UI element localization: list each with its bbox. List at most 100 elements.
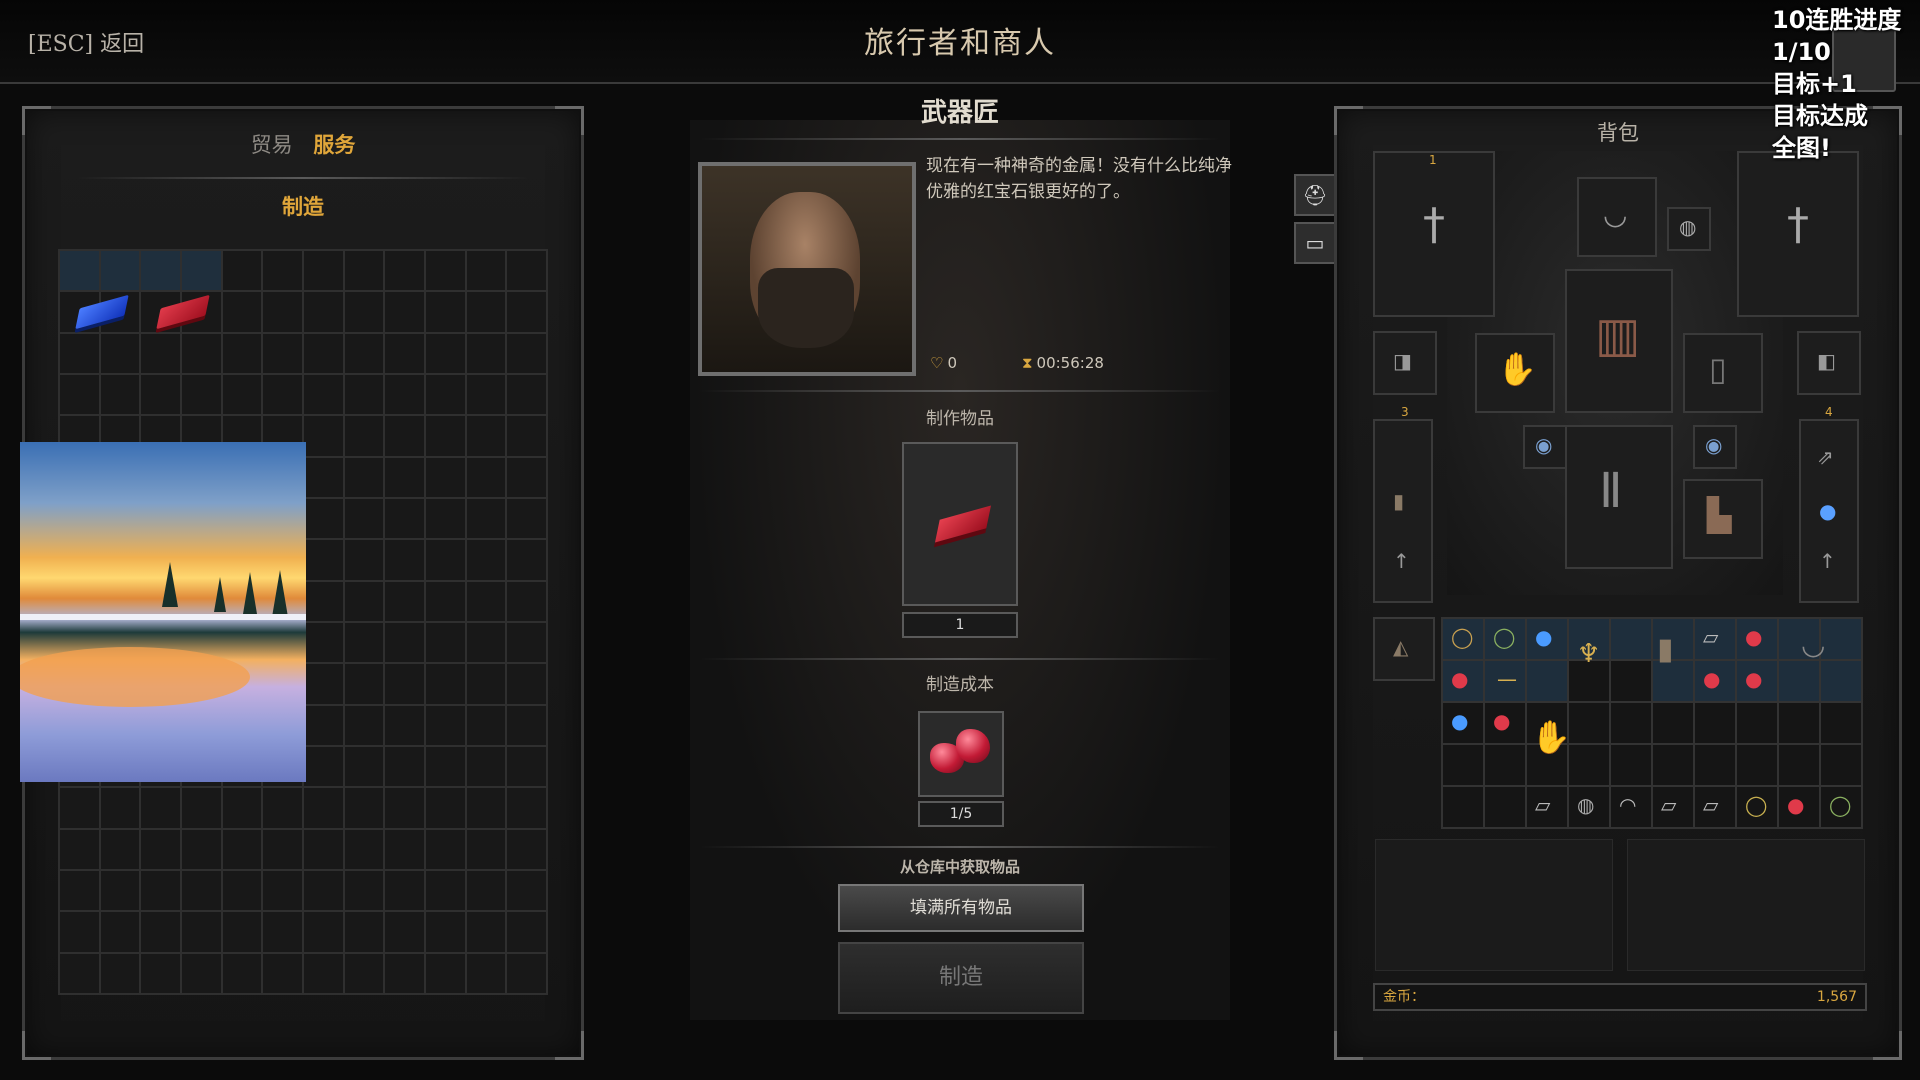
recipe-grid-cell[interactable] bbox=[141, 788, 180, 828]
recipe-grid-cell[interactable] bbox=[385, 829, 424, 869]
recipe-grid-cell[interactable] bbox=[100, 333, 140, 373]
blue-potion-icon-inv[interactable]: ● bbox=[1535, 627, 1552, 647]
recipe-grid-cell[interactable] bbox=[344, 870, 384, 911]
recipe-grid-cell[interactable] bbox=[60, 912, 99, 952]
recipe-grid-cell[interactable] bbox=[507, 664, 546, 704]
recipe-grid-cell[interactable] bbox=[304, 540, 343, 580]
backpack-slot[interactable]: ◭ bbox=[1373, 617, 1435, 681]
recipe-grid-cell[interactable] bbox=[385, 788, 424, 828]
belt-slot-left[interactable]: ◨ bbox=[1373, 331, 1437, 395]
recipe-grid-cell[interactable] bbox=[304, 912, 343, 952]
belt-slot-right[interactable]: ◧ bbox=[1797, 331, 1861, 395]
recipe-grid-cell[interactable] bbox=[263, 374, 302, 415]
recipe-grid-cell[interactable] bbox=[263, 953, 302, 993]
recipe-grid-cell[interactable] bbox=[507, 870, 546, 911]
recipe-grid-cell[interactable] bbox=[507, 912, 546, 952]
recipe-grid-cell[interactable] bbox=[100, 251, 140, 291]
red-potion-icon-4[interactable]: ● bbox=[1745, 669, 1762, 689]
scroll-icon-4[interactable]: ▱ bbox=[1703, 795, 1718, 815]
recipe-grid-cell[interactable] bbox=[304, 251, 343, 291]
recipe-grid-cell[interactable] bbox=[100, 953, 140, 993]
recipe-grid-cell[interactable] bbox=[60, 251, 99, 291]
recipe-grid-cell[interactable] bbox=[222, 870, 262, 911]
scroll-icon[interactable]: ▱ bbox=[1703, 627, 1718, 647]
red-potion-icon-2[interactable]: ● bbox=[1451, 669, 1468, 689]
recipe-grid-cell[interactable] bbox=[466, 251, 506, 291]
recipe-grid-cell[interactable] bbox=[344, 664, 384, 704]
recipe-grid-cell[interactable] bbox=[304, 416, 343, 456]
recipe-grid-cell[interactable] bbox=[100, 870, 140, 911]
gloves-slot[interactable]: ✋ bbox=[1475, 333, 1555, 413]
gold-ring-icon[interactable]: ◯ bbox=[1451, 627, 1473, 647]
recipe-grid-cell[interactable] bbox=[466, 540, 506, 580]
recipe-grid-cell[interactable] bbox=[507, 498, 546, 539]
recipe-grid-cell[interactable] bbox=[385, 251, 424, 291]
recipe-grid-cell[interactable] bbox=[182, 870, 221, 911]
recipe-grid-cell[interactable] bbox=[304, 953, 343, 993]
helmet-toggle-icon[interactable]: ⛑ bbox=[1294, 174, 1336, 216]
recipe-grid-cell[interactable] bbox=[263, 788, 302, 828]
amulet-icon-inv[interactable]: ◍ bbox=[1577, 795, 1594, 815]
recipe-grid-cell[interactable] bbox=[263, 912, 302, 952]
recipe-grid-cell[interactable] bbox=[304, 581, 343, 621]
recipe-grid-cell[interactable] bbox=[344, 457, 384, 497]
recipe-grid-cell[interactable] bbox=[60, 374, 99, 415]
recipe-grid-cell[interactable] bbox=[60, 870, 99, 911]
recipe-grid-cell[interactable] bbox=[182, 333, 221, 373]
recipe-grid-cell[interactable] bbox=[304, 374, 343, 415]
recipe-grid-cell[interactable] bbox=[426, 870, 465, 911]
recipe-grid-cell[interactable] bbox=[141, 251, 180, 291]
recipe-grid-cell[interactable] bbox=[304, 498, 343, 539]
recipe-grid-cell[interactable] bbox=[60, 953, 99, 993]
recipe-grid-cell[interactable] bbox=[426, 540, 465, 580]
recipe-grid-cell[interactable] bbox=[426, 251, 465, 291]
recipe-grid-cell[interactable] bbox=[426, 912, 465, 952]
recipe-grid-cell[interactable] bbox=[304, 664, 343, 704]
recipe-grid-cell[interactable] bbox=[222, 251, 262, 291]
recipe-grid-cell[interactable] bbox=[385, 416, 424, 456]
recipe-grid-cell[interactable] bbox=[263, 251, 302, 291]
recipe-grid-cell[interactable] bbox=[466, 788, 506, 828]
recipe-grid-cell[interactable] bbox=[466, 705, 506, 745]
craft-cost-slot[interactable] bbox=[918, 711, 1004, 797]
recipe-grid-cell[interactable] bbox=[222, 788, 262, 828]
recipe-grid-cell[interactable] bbox=[507, 292, 546, 332]
recipe-grid-cell[interactable] bbox=[466, 746, 506, 787]
craft-button[interactable]: 制造 bbox=[838, 942, 1084, 1014]
recipe-grid-cell[interactable] bbox=[426, 333, 465, 373]
recipe-grid-cell[interactable] bbox=[385, 664, 424, 704]
recipe-grid-cell[interactable] bbox=[60, 333, 99, 373]
recipe-grid-cell[interactable] bbox=[466, 870, 506, 911]
gold-ring-icon-2[interactable]: ◯ bbox=[1745, 795, 1767, 815]
recipe-grid-cell[interactable] bbox=[426, 374, 465, 415]
recipe-grid-cell[interactable] bbox=[344, 746, 384, 787]
weapon-slot-1[interactable]: 1 † bbox=[1373, 151, 1495, 317]
recipe-grid-cell[interactable] bbox=[466, 333, 506, 373]
recipe-grid-cell[interactable] bbox=[141, 912, 180, 952]
tab-trade[interactable]: 贸易 bbox=[251, 133, 293, 157]
recipe-grid-cell[interactable] bbox=[141, 374, 180, 415]
recipe-grid-cell[interactable] bbox=[344, 540, 384, 580]
recipe-grid-cell[interactable] bbox=[222, 829, 262, 869]
recipe-grid-cell[interactable] bbox=[344, 953, 384, 993]
recipe-grid-cell[interactable] bbox=[426, 953, 465, 993]
recipe-grid-cell[interactable] bbox=[507, 705, 546, 745]
cloak-slot[interactable]: ▯ bbox=[1683, 333, 1763, 413]
recipe-grid-cell[interactable] bbox=[344, 581, 384, 621]
cowl-icon-inv[interactable]: ◡ bbox=[1801, 631, 1825, 659]
recipe-grid-cell[interactable] bbox=[507, 622, 546, 663]
recipe-grid-cell[interactable] bbox=[466, 581, 506, 621]
recipe-grid-cell[interactable] bbox=[466, 498, 506, 539]
recipe-grid-cell[interactable] bbox=[426, 829, 465, 869]
recipe-grid-cell[interactable] bbox=[385, 374, 424, 415]
gauntlets-icon-inv[interactable]: ✋ bbox=[1531, 721, 1571, 753]
recipe-grid-cell[interactable] bbox=[344, 705, 384, 745]
red-potion-icon[interactable]: ● bbox=[1745, 627, 1762, 647]
recipe-grid-cell[interactable] bbox=[182, 374, 221, 415]
body-armor-slot[interactable]: ▥ bbox=[1565, 269, 1673, 413]
recipe-grid-cell[interactable] bbox=[385, 540, 424, 580]
recipe-grid-cell[interactable] bbox=[385, 622, 424, 663]
recipe-grid-cell[interactable] bbox=[385, 292, 424, 332]
recipe-grid-cell[interactable] bbox=[344, 251, 384, 291]
recipe-grid-cell[interactable] bbox=[426, 581, 465, 621]
